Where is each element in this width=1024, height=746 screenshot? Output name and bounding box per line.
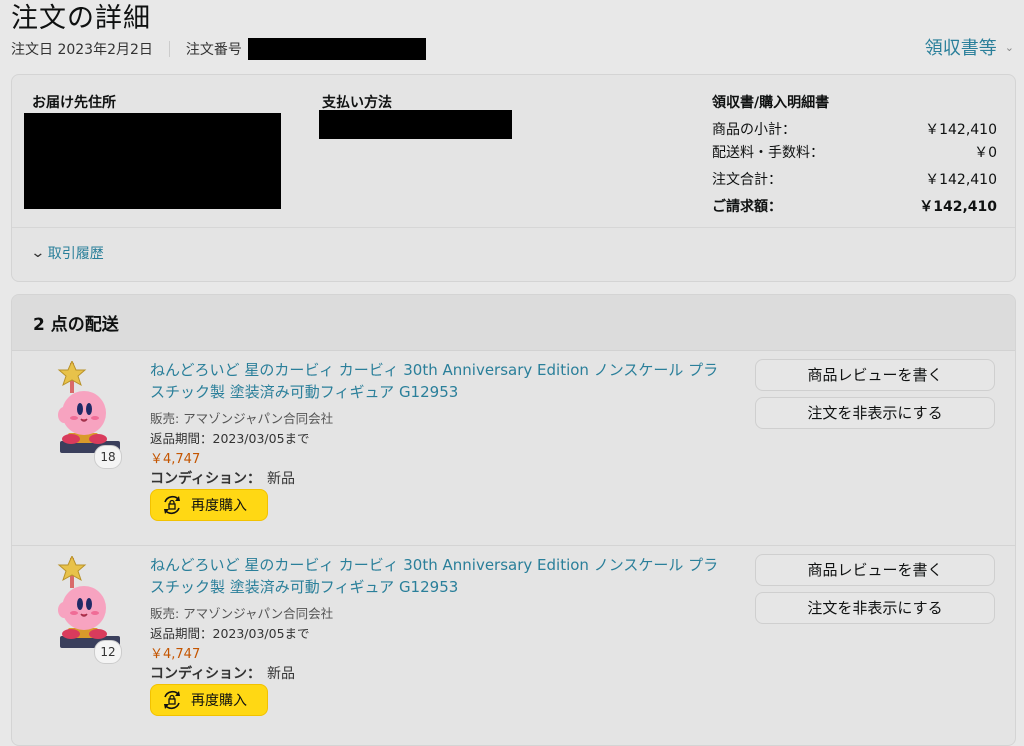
receipt-heading: 領収書/購入明細書 (712, 95, 830, 111)
transaction-history-label: 取引履歴 (47, 246, 104, 262)
condition-label: コンディション： (150, 666, 262, 682)
shipment-item: 18 ねんどろいど 星のカービィ カービィ 30th Anniversary E… (12, 351, 1015, 546)
return-period: 返品期間：2023/03/05まで (150, 626, 310, 641)
condition: コンディション： 新品 (150, 468, 295, 488)
buy-again-icon (164, 495, 180, 515)
payment-redacted (319, 110, 512, 139)
product-title-link[interactable]: ねんどろいど 星のカービィ カービィ 30th Anniversary Edit… (150, 554, 730, 598)
condition-label: コンディション： (150, 471, 262, 487)
order-total-label: 注文合計： (712, 171, 782, 188)
condition-value: 新品 (267, 471, 296, 487)
billed-amount-label: ご請求額： (712, 198, 782, 215)
shipping-value: ￥0 (974, 144, 997, 161)
return-period: 返品期間：2023/03/05まで (150, 431, 310, 446)
address-redacted (24, 113, 281, 209)
page-title: 注文の詳細 (11, 3, 151, 34)
hide-order-button[interactable]: 注文を非表示にする (755, 592, 995, 624)
subtotal-label: 商品の小計： (712, 121, 796, 138)
order-summary-card: お届け先住所 支払い方法 領収書/購入明細書 商品の小計： ￥142,410 配… (11, 74, 1016, 282)
condition-value: 新品 (267, 666, 296, 682)
seller-text: 販売: アマゾンジャパン合同会社 (150, 411, 334, 426)
buy-again-label: 再度購入 (191, 498, 247, 514)
billed-amount-value: ￥142,410 (919, 198, 997, 215)
address-heading: お届け先住所 (32, 95, 116, 111)
order-number-redacted (247, 38, 426, 60)
condition: コンディション： 新品 (150, 663, 295, 683)
product-title-link[interactable]: ねんどろいど 星のカービィ カービィ 30th Anniversary Edit… (150, 359, 730, 403)
divider (168, 41, 170, 57)
chevron-down-icon: ⌄ (30, 245, 46, 261)
payment-heading: 支払い方法 (322, 95, 392, 111)
subtotal-value: ￥142,410 (925, 121, 997, 138)
hide-order-button[interactable]: 注文を非表示にする (755, 397, 995, 429)
shipping-label: 配送料・手数料： (712, 144, 824, 161)
shipment-heading: 2 点の配送 (12, 295, 1015, 351)
order-date: 注文日 2023年2月2日 (11, 42, 153, 58)
buy-again-icon (164, 690, 180, 710)
divider (12, 227, 1015, 228)
order-number-label: 注文番号 (185, 42, 242, 58)
shipment-card: 2 点の配送 18 ねんどろいど 星のカービィ カービィ 30th Annive… (11, 294, 1016, 746)
seller-text: 販売: アマゾンジャパン合同会社 (150, 606, 334, 621)
buy-again-button[interactable]: 再度購入 (150, 489, 268, 521)
order-total-row: 注文合計： ￥142,410 (712, 167, 997, 190)
item-price: ￥4,747 (150, 647, 201, 662)
item-price: ￥4,747 (150, 452, 201, 467)
order-meta: 注文日 2023年2月2日 注文番号 (11, 38, 426, 60)
receipt-dropdown-link[interactable]: 領収書等 ⌄ (925, 34, 1014, 60)
order-totals: 商品の小計： ￥142,410 配送料・手数料： ￥0 注文合計： ￥142,4… (712, 117, 997, 217)
buy-again-button[interactable]: 再度購入 (150, 684, 268, 716)
transaction-history-link[interactable]: ⌄ 取引履歴 (30, 243, 104, 263)
subtotal-row: 商品の小計： ￥142,410 (712, 117, 997, 140)
chevron-down-icon: ⌄ (1004, 40, 1014, 54)
shipping-row: 配送料・手数料： ￥0 (712, 140, 997, 163)
buy-again-label: 再度購入 (191, 693, 247, 709)
order-total-value: ￥142,410 (925, 171, 997, 188)
shipment-item: 12 ねんどろいど 星のカービィ カービィ 30th Anniversary E… (12, 545, 1015, 741)
receipt-link-label: 領収書等 (924, 38, 997, 59)
write-review-button[interactable]: 商品レビューを書く (755, 554, 995, 586)
quantity-badge: 12 (94, 640, 122, 664)
quantity-badge: 18 (94, 445, 122, 469)
billed-amount-row: ご請求額： ￥142,410 (712, 194, 997, 217)
write-review-button[interactable]: 商品レビューを書く (755, 359, 995, 391)
